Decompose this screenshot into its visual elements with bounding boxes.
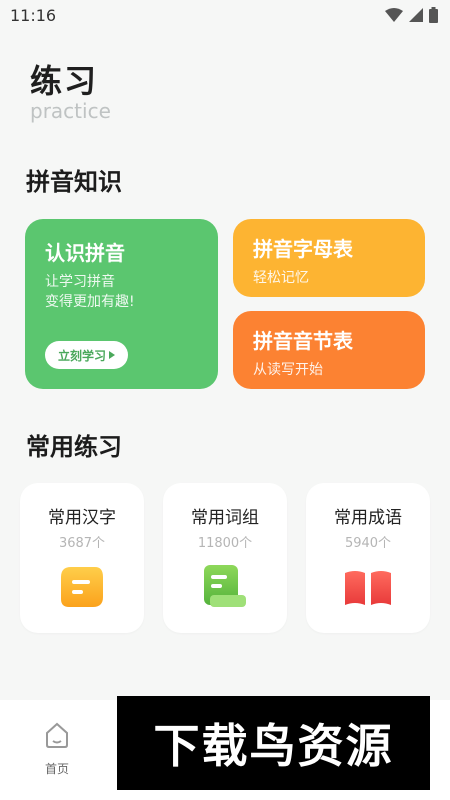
pinyin-alphabet-title: 拼音字母表 xyxy=(253,237,353,261)
learn-pinyin-desc-line1: 让学习拼音 xyxy=(45,274,115,290)
tile-count: 11800个 xyxy=(197,536,253,551)
nav-home[interactable]: 首页 xyxy=(37,720,77,777)
tile-title: 常用词组 xyxy=(191,508,259,528)
pinyin-syllable-title: 拼音音节表 xyxy=(253,329,353,353)
section-title-common: 常用练习 xyxy=(26,433,122,461)
common-idioms-tile[interactable]: 常用成语 5940个 xyxy=(306,483,430,633)
battery-icon xyxy=(429,7,438,23)
nav-home-label: 首页 xyxy=(44,762,69,776)
play-arrow-icon xyxy=(109,351,115,359)
learn-pinyin-title: 认识拼音 xyxy=(45,241,125,265)
learn-pinyin-desc-line2: 变得更加有趣! xyxy=(45,294,135,310)
wifi-icon xyxy=(385,8,403,22)
watermark-text: 下载鸟资源 xyxy=(153,719,394,773)
tile-count: 3687个 xyxy=(58,536,106,551)
learn-pinyin-card[interactable]: 认识拼音 让学习拼音 变得更加有趣! 立刻学习 xyxy=(25,219,218,389)
scroll-icon xyxy=(204,565,246,607)
start-learning-button[interactable]: 立刻学习 xyxy=(45,341,128,369)
learn-pinyin-desc: 让学习拼音 变得更加有趣! xyxy=(45,272,198,312)
tile-title: 常用成语 xyxy=(334,508,402,528)
signal-icon xyxy=(409,8,423,22)
page-title: 练习 xyxy=(30,62,99,100)
pinyin-alphabet-desc: 轻松记忆 xyxy=(253,270,309,286)
page-subtitle: practice xyxy=(30,99,111,123)
home-icon xyxy=(46,722,68,748)
start-learning-label: 立刻学习 xyxy=(57,348,106,363)
status-bar: 11:16 xyxy=(0,0,450,30)
pinyin-syllable-desc: 从读写开始 xyxy=(253,362,323,378)
tile-title: 常用汉字 xyxy=(48,508,116,528)
pinyin-syllable-card[interactable]: 拼音音节表 从读写开始 xyxy=(233,311,425,389)
status-time: 11:16 xyxy=(10,6,57,25)
tile-count: 5940个 xyxy=(344,536,392,551)
common-characters-tile[interactable]: 常用汉字 3687个 xyxy=(20,483,144,633)
chat-bubble-icon xyxy=(61,567,103,607)
pinyin-alphabet-card[interactable]: 拼音字母表 轻松记忆 xyxy=(233,219,425,297)
system-icons xyxy=(385,7,438,23)
watermark-banner: 下载鸟资源 xyxy=(117,696,430,790)
common-phrases-tile[interactable]: 常用词组 11800个 xyxy=(163,483,287,633)
section-title-pinyin: 拼音知识 xyxy=(26,168,122,196)
book-icon xyxy=(345,571,391,605)
